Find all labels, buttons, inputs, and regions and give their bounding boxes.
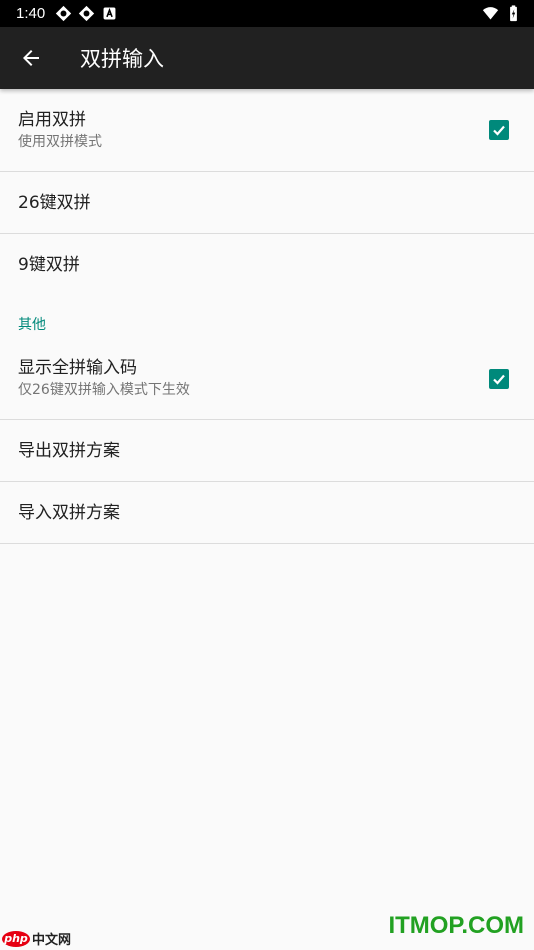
notification-icons xyxy=(55,5,118,22)
a-notification-icon xyxy=(103,7,116,20)
pref-title: 9键双拼 xyxy=(18,255,80,275)
page-title: 双拼输入 xyxy=(80,47,164,71)
show-full-pinyin-checkbox[interactable] xyxy=(489,368,509,389)
pref-title: 26键双拼 xyxy=(18,192,91,213)
preferences-list: 启用双拼 使用双拼模式 26键双拼 9键双拼 其他 显示全拼输入码 仅26键双拼… xyxy=(0,89,534,544)
pref-export-scheme[interactable]: 导出双拼方案 xyxy=(0,420,534,482)
watermark-text: 中文网 xyxy=(32,933,72,948)
pref-9key-shuangpin[interactable]: 9键双拼 xyxy=(0,234,534,296)
status-bar: 1:40 xyxy=(0,0,534,27)
pref-26key-shuangpin[interactable]: 26键双拼 xyxy=(0,172,534,234)
wifi-icon xyxy=(482,7,499,20)
pref-title: 导入双拼方案 xyxy=(18,502,120,523)
pref-title: 启用双拼 xyxy=(18,109,86,130)
check-icon xyxy=(493,374,505,385)
arrow-back-icon xyxy=(23,50,39,66)
pref-show-full-pinyin[interactable]: 显示全拼输入码 仅26键双拼输入模式下生效 xyxy=(0,344,534,420)
check-icon xyxy=(493,125,505,136)
pref-enable-shuangpin[interactable]: 启用双拼 使用双拼模式 xyxy=(0,89,534,172)
section-header-other: 其他 xyxy=(18,317,46,333)
settings-notification-icon xyxy=(56,5,72,22)
pref-summary: 仅26键双拼输入模式下生效 xyxy=(18,382,190,398)
back-button[interactable] xyxy=(0,27,62,89)
pref-import-scheme[interactable]: 导入双拼方案 xyxy=(0,482,534,544)
pref-summary: 使用双拼模式 xyxy=(18,133,102,150)
battery-icon xyxy=(510,5,517,22)
system-icons xyxy=(482,5,522,22)
app-bar: 双拼输入 xyxy=(0,27,534,89)
enable-shuangpin-checkbox[interactable] xyxy=(489,120,509,140)
watermark-php: php 中文网 xyxy=(2,929,71,948)
watermark-itmop: ITMOP.COM xyxy=(388,912,524,939)
status-time: 1:40 xyxy=(16,5,46,22)
php-logo: php xyxy=(2,930,30,947)
pref-title: 显示全拼输入码 xyxy=(18,358,137,378)
pref-title: 导出双拼方案 xyxy=(18,440,120,461)
settings-notification-icon xyxy=(79,5,95,22)
